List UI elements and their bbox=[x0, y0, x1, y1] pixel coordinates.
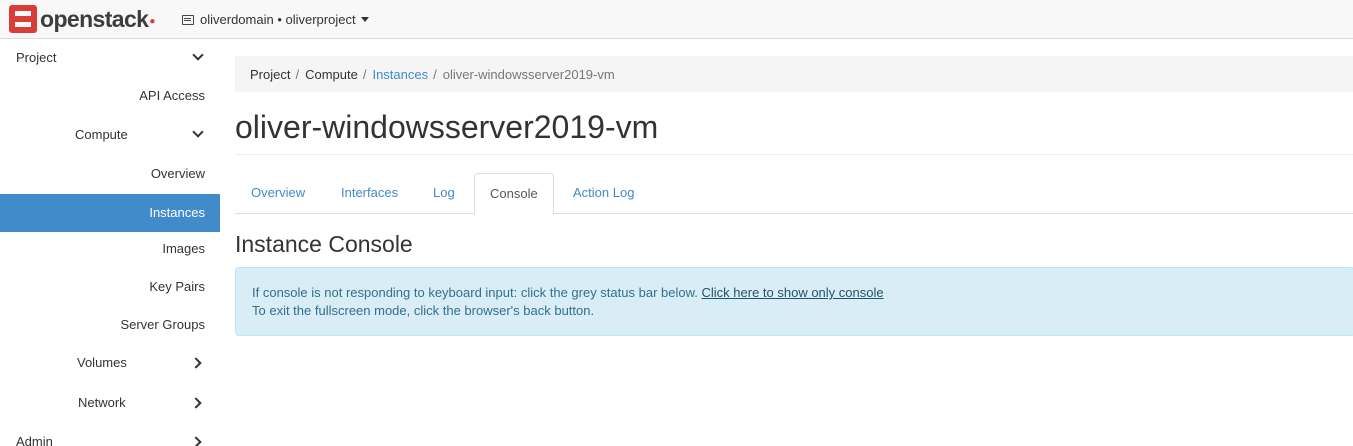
tab-console[interactable]: Console bbox=[474, 173, 554, 215]
alert-line-2: To exit the fullscreen mode, click the b… bbox=[252, 303, 595, 318]
breadcrumb-project: Project bbox=[250, 66, 291, 82]
sidebar-item-label: Instances bbox=[149, 205, 205, 220]
tab-action-log[interactable]: Action Log bbox=[573, 173, 634, 214]
sidebar-item-server-groups[interactable]: Server Groups bbox=[0, 306, 220, 344]
sidebar-item-label: Network bbox=[78, 395, 126, 410]
sidebar-item-label: Project bbox=[16, 50, 57, 65]
breadcrumb-separator: / bbox=[433, 66, 437, 82]
sidebar-item-label: Admin bbox=[16, 434, 53, 446]
sidebar-item-overview[interactable]: Overview bbox=[0, 155, 220, 193]
alert-text: If console is not responding to keyboard… bbox=[252, 285, 698, 300]
brand-dot: ● bbox=[149, 16, 156, 27]
chevron-right-icon bbox=[190, 436, 202, 446]
title-divider bbox=[235, 154, 1353, 155]
alert-line-1: If console is not responding to keyboard… bbox=[252, 285, 884, 300]
section-title: Instance Console bbox=[235, 231, 413, 257]
openstack-logo[interactable]: openstack ● bbox=[9, 5, 155, 33]
breadcrumb-separator: / bbox=[295, 66, 300, 82]
sidebar-item-label: API Access bbox=[139, 88, 205, 103]
sidebar-item-label: Images bbox=[162, 241, 205, 256]
instance-tabs: Overview Interfaces Log Console Action L… bbox=[235, 173, 1353, 215]
chevron-right-icon bbox=[190, 357, 202, 369]
sidebar-item-images[interactable]: Images bbox=[0, 230, 220, 268]
sidebar-item-compute[interactable]: Compute bbox=[0, 116, 220, 154]
openstack-logo-icon bbox=[9, 5, 37, 33]
chevron-down-icon bbox=[192, 126, 204, 138]
sidebar: Project API Access Compute Overview Inst… bbox=[0, 39, 220, 446]
sidebar-item-volumes[interactable]: Volumes bbox=[0, 344, 220, 382]
tab-interfaces[interactable]: Interfaces bbox=[341, 173, 398, 214]
breadcrumb-separator: / bbox=[362, 66, 367, 82]
project-selector-label: oliverdomain • oliverproject bbox=[200, 12, 356, 27]
chevron-down-icon bbox=[192, 49, 204, 61]
breadcrumb-current: oliver-windowsserver2019-vm bbox=[442, 66, 615, 82]
sidebar-item-api-access[interactable]: API Access bbox=[0, 77, 220, 115]
breadcrumb-compute: Compute bbox=[305, 66, 358, 82]
tab-overview[interactable]: Overview bbox=[251, 173, 305, 214]
sidebar-item-label: Volumes bbox=[77, 355, 127, 370]
tab-log[interactable]: Log bbox=[433, 173, 455, 214]
sidebar-item-instances[interactable]: Instances bbox=[0, 194, 220, 232]
breadcrumb-instances-link[interactable]: Instances bbox=[372, 67, 428, 82]
brand-name: openstack bbox=[40, 6, 149, 32]
breadcrumb: Project / Compute / Instances / oliver-w… bbox=[235, 56, 1353, 92]
project-selector[interactable]: oliverdomain • oliverproject bbox=[182, 11, 369, 28]
sidebar-item-project[interactable]: Project bbox=[0, 39, 220, 77]
sidebar-item-label: Server Groups bbox=[120, 317, 205, 332]
sidebar-item-key-pairs[interactable]: Key Pairs bbox=[0, 268, 220, 306]
chevron-right-icon bbox=[190, 397, 202, 409]
sidebar-item-label: Overview bbox=[150, 166, 205, 181]
sidebar-item-admin[interactable]: Admin bbox=[0, 423, 220, 446]
console-info-alert: If console is not responding to keyboard… bbox=[235, 267, 1353, 336]
show-only-console-link[interactable]: Click here to show only console bbox=[702, 285, 884, 300]
sidebar-item-label: Key Pairs bbox=[149, 279, 205, 294]
page-title: oliver-windowsserver2019-vm bbox=[235, 109, 659, 145]
top-navbar: openstack ● oliverdomain • oliverproject bbox=[0, 0, 1353, 39]
caret-down-icon bbox=[360, 17, 369, 22]
sidebar-item-network[interactable]: Network bbox=[0, 384, 220, 422]
project-icon bbox=[182, 14, 194, 25]
sidebar-item-label: Compute bbox=[75, 127, 128, 142]
